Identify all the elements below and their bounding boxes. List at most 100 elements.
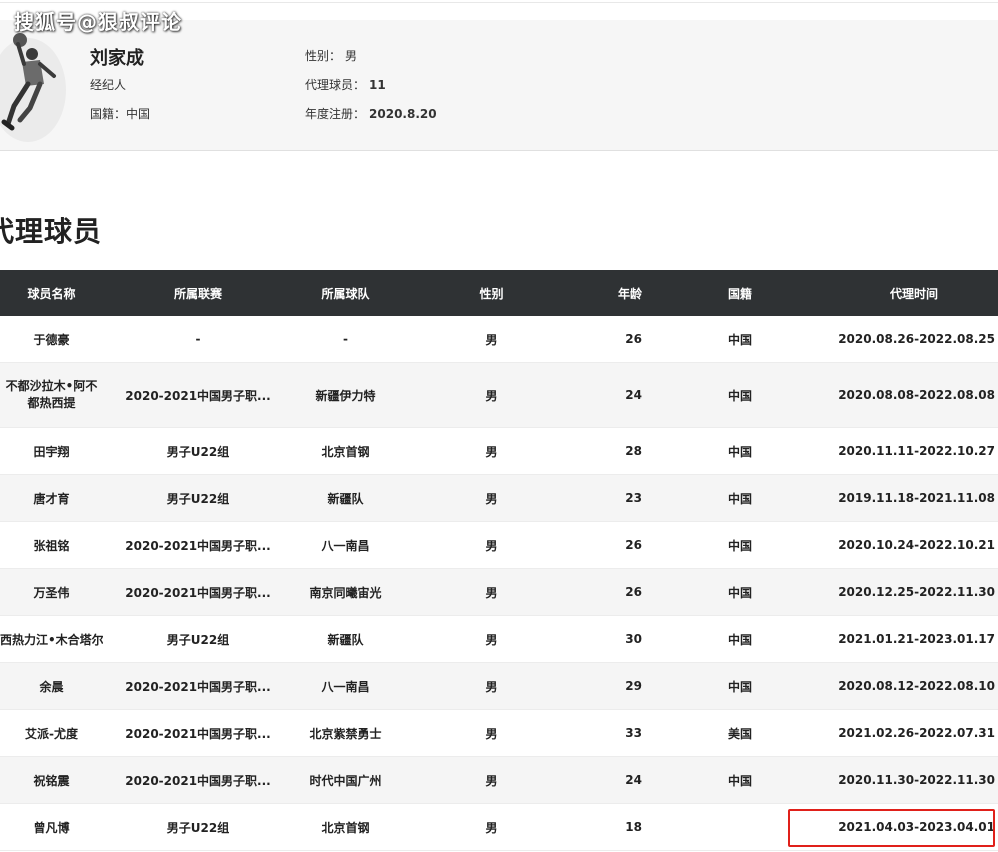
player-age: 28 <box>585 427 650 475</box>
player-team: 新疆队 <box>293 474 398 522</box>
player-gender: 男 <box>398 316 585 363</box>
player-name[interactable]: 西热力江•木合塔尔 <box>0 615 103 663</box>
player-agency-period: 2020.08.26-2022.08.25 <box>830 316 998 363</box>
player-league: 2020-2021中国男子职... <box>103 662 293 710</box>
player-agency-period: 2020.11.11-2022.10.27 <box>830 427 998 475</box>
player-name[interactable]: 于德豪 <box>0 316 103 363</box>
highlight-box <box>788 809 995 847</box>
player-name[interactable]: 余晨 <box>0 662 103 710</box>
player-gender: 男 <box>398 615 585 663</box>
table-row[interactable]: 万圣伟 2020-2021中国男子职... 南京同曦宙光 男 26 中国 202… <box>0 568 998 616</box>
agent-role: 经纪人 <box>90 78 127 92</box>
player-gender: 男 <box>398 568 585 616</box>
player-age: 30 <box>585 615 650 663</box>
player-nationality: 中国 <box>650 362 830 428</box>
player-team: - <box>293 316 398 363</box>
table-row[interactable]: 西热力江•木合塔尔 男子U22组 新疆队 男 30 中国 2021.01.21-… <box>0 615 998 663</box>
player-nationality: 中国 <box>650 521 830 569</box>
player-nationality: 中国 <box>650 756 830 804</box>
header-player-name[interactable]: 球员名称 <box>0 270 103 316</box>
section-title: 代理球员 <box>0 215 103 248</box>
player-age: 26 <box>585 568 650 616</box>
gender-value: 男 <box>345 49 358 63</box>
player-league: 2020-2021中国男子职... <box>103 756 293 804</box>
gender-label: 性别： <box>305 49 342 63</box>
player-age: 18 <box>585 803 650 851</box>
header-team[interactable]: 所属球队 <box>293 270 398 316</box>
player-age: 24 <box>585 362 650 428</box>
player-nationality: 中国 <box>650 474 830 522</box>
player-name[interactable]: 田宇翔 <box>0 427 103 475</box>
table-header-row: 球员名称 所属联赛 所属球队 性别 年龄 国籍 代理时间 <box>0 270 998 316</box>
player-gender: 男 <box>398 362 585 428</box>
table-row[interactable]: 余晨 2020-2021中国男子职... 八一南昌 男 29 中国 2020.0… <box>0 662 998 710</box>
player-team: 时代中国广州 <box>293 756 398 804</box>
header-league[interactable]: 所属联赛 <box>103 270 293 316</box>
player-nationality: 中国 <box>650 662 830 710</box>
header-nationality[interactable]: 国籍 <box>650 270 830 316</box>
table-row[interactable]: 唐才育 男子U22组 新疆队 男 23 中国 2019.11.18-2021.1… <box>0 474 998 522</box>
player-team: 新疆伊力特 <box>293 362 398 428</box>
agent-registration: 年度注册： 2020.8.20 <box>305 105 437 122</box>
player-gender: 男 <box>398 662 585 710</box>
player-league: 男子U22组 <box>103 474 293 522</box>
player-team: 新疆队 <box>293 615 398 663</box>
player-gender: 男 <box>398 709 585 757</box>
players-table: 球员名称 所属联赛 所属球队 性别 年龄 国籍 代理时间 于德豪 - - 男 2… <box>0 270 998 851</box>
player-name[interactable]: 不都沙拉木•阿不都热西提 <box>0 362 103 428</box>
player-league: 2020-2021中国男子职... <box>103 521 293 569</box>
player-team: 北京首钢 <box>293 427 398 475</box>
table-row[interactable]: 祝铭震 2020-2021中国男子职... 时代中国广州 男 24 中国 202… <box>0 756 998 804</box>
player-team: 北京紫禁勇士 <box>293 709 398 757</box>
player-name[interactable]: 艾派-尤度 <box>0 709 103 757</box>
registration-label: 年度注册： <box>305 107 366 121</box>
player-agency-period: 2020.11.30-2022.11.30 <box>830 756 998 804</box>
player-age: 29 <box>585 662 650 710</box>
agent-profile-card: 刘家成 经纪人 国籍：中国 性别：男 代理球员： 11 年度注册： 2020.8.2… <box>0 20 998 151</box>
player-league: 男子U22组 <box>103 615 293 663</box>
table-row[interactable]: 田宇翔 男子U22组 北京首钢 男 28 中国 2020.11.11-2022.… <box>0 427 998 475</box>
player-agency-period: 2021.02.26-2022.07.31 <box>830 709 998 757</box>
table-row[interactable]: 张祖铭 2020-2021中国男子职... 八一南昌 男 26 中国 2020.… <box>0 521 998 569</box>
player-age: 26 <box>585 316 650 363</box>
player-team: 南京同曦宙光 <box>293 568 398 616</box>
player-team: 八一南昌 <box>293 662 398 710</box>
player-gender: 男 <box>398 756 585 804</box>
table-row[interactable]: 于德豪 - - 男 26 中国 2020.08.26-2022.08.25 <box>0 316 998 363</box>
table-row[interactable]: 艾派-尤度 2020-2021中国男子职... 北京紫禁勇士 男 33 美国 2… <box>0 709 998 757</box>
player-gender: 男 <box>398 803 585 851</box>
player-league: 男子U22组 <box>103 803 293 851</box>
player-name[interactable]: 唐才育 <box>0 474 103 522</box>
player-agency-period: 2020.08.08-2022.08.08 <box>830 362 998 428</box>
basketball-player-illustration <box>0 20 72 146</box>
player-count-label: 代理球员： <box>305 78 366 92</box>
player-gender: 男 <box>398 521 585 569</box>
agent-nationality: 国籍：中国 <box>90 107 151 121</box>
agent-profile-page: 搜狐号@狠叔评论 刘家成 经纪人 国籍：中国 性别：男 代理球员： 11 年度注… <box>0 0 998 852</box>
agent-name: 刘家成 <box>90 48 144 69</box>
player-nationality: 中国 <box>650 615 830 663</box>
player-name[interactable]: 万圣伟 <box>0 568 103 616</box>
registration-value: 2020.8.20 <box>369 107 437 121</box>
player-league: 男子U22组 <box>103 427 293 475</box>
watermark: 搜狐号@狠叔评论 <box>14 10 182 34</box>
player-gender: 男 <box>398 474 585 522</box>
player-agency-period: 2021.01.21-2023.01.17 <box>830 615 998 663</box>
player-name[interactable]: 祝铭震 <box>0 756 103 804</box>
player-nationality: 中国 <box>650 568 830 616</box>
table-row[interactable]: 不都沙拉木•阿不都热西提 2020-2021中国男子职... 新疆伊力特 男 2… <box>0 362 998 428</box>
player-nationality: 中国 <box>650 316 830 363</box>
agent-player-count: 代理球员： 11 <box>305 76 386 93</box>
header-gender[interactable]: 性别 <box>398 270 585 316</box>
player-name[interactable]: 张祖铭 <box>0 521 103 569</box>
player-name[interactable]: 曾凡博 <box>0 803 103 851</box>
player-nationality: 中国 <box>650 427 830 475</box>
player-league: 2020-2021中国男子职... <box>103 709 293 757</box>
player-team: 北京首钢 <box>293 803 398 851</box>
player-league: - <box>103 316 293 363</box>
header-agency-period[interactable]: 代理时间 <box>830 270 998 316</box>
header-age[interactable]: 年龄 <box>585 270 650 316</box>
player-team: 八一南昌 <box>293 521 398 569</box>
player-count-value: 11 <box>369 78 386 92</box>
player-age: 23 <box>585 474 650 522</box>
